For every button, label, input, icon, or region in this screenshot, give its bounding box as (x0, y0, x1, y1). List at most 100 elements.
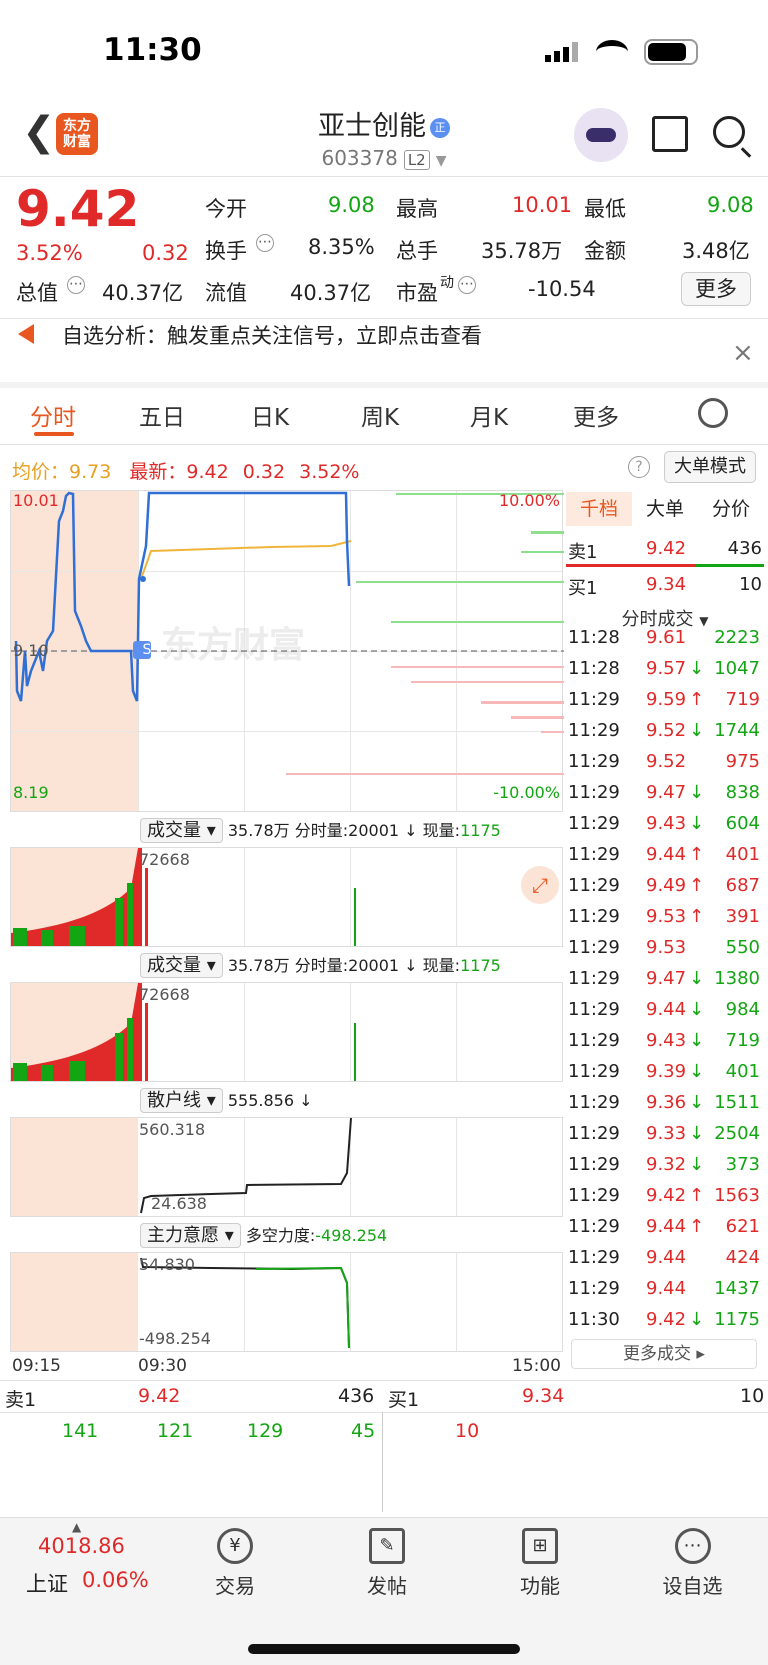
nav-trade[interactable]: ¥ 交易 (200, 1528, 270, 1599)
tick-time: 11:29 (568, 1061, 620, 1082)
info-icon[interactable]: ⋯ (67, 276, 85, 294)
tick-price: 9.53 (646, 906, 687, 927)
volume-selector[interactable]: 成交量 ▾ (140, 818, 223, 843)
tick-direction: ↑ (689, 875, 705, 896)
tick-volume: 975 (725, 751, 760, 772)
tick-row: 11:29 9.53 ↑ 391 (568, 906, 764, 937)
float-cap-label: 流值 (205, 281, 247, 305)
tick-direction: ↑ (689, 844, 705, 865)
tick-time: 11:29 (568, 844, 620, 865)
tick-row: 11:29 9.52 975 (568, 751, 764, 782)
tick-volume: 373 (725, 1154, 760, 1175)
high-value: 10.01 (512, 193, 573, 217)
index-name[interactable]: 上证 (26, 1568, 68, 1598)
time-start: 09:15 (12, 1356, 61, 1376)
info-icon[interactable]: ⋯ (458, 276, 476, 294)
tab-five-day[interactable]: 五日 (139, 398, 185, 432)
tick-direction: ↓ (689, 1309, 705, 1330)
assistant-avatar[interactable] (574, 108, 628, 162)
status-bar: 11:30 (0, 0, 768, 100)
tick-volume: 838 (725, 782, 760, 803)
retail-selector[interactable]: 散户线 ▾ (140, 1088, 223, 1113)
help-icon[interactable]: ? (628, 456, 650, 478)
tab-more[interactable]: 更多 (573, 398, 619, 432)
gear-icon[interactable] (698, 398, 728, 428)
tick-direction: ↓ (689, 999, 705, 1020)
tick-time: 11:29 (568, 999, 620, 1020)
tick-price: 9.52 (646, 720, 687, 741)
ob-sell-vol: 436 (338, 1385, 375, 1407)
tick-price: 9.32 (646, 1154, 687, 1175)
tick-price: 9.44 (646, 844, 687, 865)
now-label: 现量: (422, 821, 461, 840)
level-badge: L2 (403, 150, 430, 170)
nav-functions[interactable]: ⊞ 功能 (505, 1528, 575, 1599)
tick-time: 11:29 (568, 1154, 620, 1175)
change-pct: 3.52% (16, 241, 83, 265)
tick-row: 11:29 9.43 ↓ 719 (568, 1030, 764, 1061)
avg-value: 9.73 (69, 461, 112, 483)
ob-queue-item: 45 (351, 1420, 376, 1442)
tick-volume: 391 (725, 906, 760, 927)
marker-s[interactable]: S (138, 641, 156, 659)
tick-time: 11:29 (568, 1123, 620, 1144)
divider (0, 444, 768, 445)
tick-price: 9.33 (646, 1123, 687, 1144)
bid1-label: 买1 (568, 578, 598, 599)
latest-chg: 0.32 (242, 461, 286, 483)
tick-price: 9.61 (646, 627, 687, 648)
tick-price: 9.47 (646, 782, 687, 803)
mainforce-selector[interactable]: 主力意愿 ▾ (140, 1223, 241, 1248)
volume-max-2: 72668 (139, 985, 190, 1004)
more-button[interactable]: 更多 (681, 272, 751, 306)
close-icon[interactable]: × (732, 338, 754, 368)
tab-price-dist[interactable]: 分价 (698, 492, 764, 526)
nav-add-watchlist[interactable]: ⋯ 设自选 (655, 1528, 730, 1599)
nav-label: 发帖 (367, 1574, 407, 1598)
tab-thousand-depth[interactable]: 千档 (566, 492, 632, 526)
low-value: 9.08 (707, 193, 754, 217)
tab-intraday[interactable]: 分时 (30, 398, 76, 432)
period-value: 20001 (348, 821, 400, 840)
tick-price: 9.52 (646, 751, 687, 772)
caret-up-icon: ▲ (72, 1520, 82, 1534)
share-icon[interactable] (652, 116, 688, 152)
bid1-vol: 10 (739, 574, 762, 595)
tick-price: 9.39 (646, 1061, 687, 1082)
tick-row: 11:29 9.44 ↓ 984 (568, 999, 764, 1030)
pe-sup: 动 (440, 275, 454, 291)
index-pct[interactable]: 0.06% (82, 1568, 149, 1592)
tick-row: 11:28 9.57 ↓ 1047 (568, 658, 764, 689)
volume-selector-2[interactable]: 成交量 ▾ (140, 953, 223, 978)
search-icon[interactable] (713, 116, 745, 148)
ob-buy-vol: 10 (740, 1385, 765, 1407)
summary-row: 均价：9.73 最新：9.42 0.32 3.52% (12, 457, 359, 484)
tab-month-k[interactable]: 月K (470, 398, 508, 432)
period-label: 分时量: (294, 821, 349, 840)
price-line-svg (11, 491, 564, 775)
tab-underline (34, 432, 74, 436)
ob-queue-item: 10 (455, 1420, 480, 1442)
notice-bar[interactable]: 自选分析：触发重点关注信号，立即点击查看 × (0, 318, 768, 382)
tab-day-k[interactable]: 日K (251, 398, 289, 432)
mainforce-high: 54.830 (139, 1255, 195, 1274)
tab-big-orders[interactable]: 大单 (632, 492, 698, 526)
tick-row: 11:29 9.49 ↑ 687 (568, 875, 764, 906)
volume-chart-2: 72668 (10, 982, 563, 1082)
tick-volume: 1047 (714, 658, 760, 679)
expand-icon[interactable]: ⤢ (521, 866, 559, 904)
big-order-mode-button[interactable]: 大单模式 (664, 451, 756, 483)
tick-direction: ↓ (689, 1092, 705, 1113)
more-trades-button[interactable]: 更多成交 ▸ (571, 1339, 757, 1369)
amount-label: 金额 (584, 239, 626, 263)
price-chart[interactable]: 东方财富 S 10.01 9.10 8.19 10.00% -10.00% (10, 490, 564, 812)
index-value[interactable]: 4018.86 (38, 1534, 125, 1558)
mainforce-low: -498.254 (139, 1329, 211, 1348)
nav-post[interactable]: ✎ 发帖 (352, 1528, 422, 1599)
tick-volume: 1437 (714, 1278, 760, 1299)
selector-label: 散户线 (147, 1090, 201, 1111)
info-icon[interactable]: ⋯ (256, 234, 274, 252)
tab-week-k[interactable]: 周K (361, 398, 399, 432)
float-cap-value: 40.37亿 (290, 281, 372, 305)
volume-max-1: 72668 (139, 850, 190, 869)
